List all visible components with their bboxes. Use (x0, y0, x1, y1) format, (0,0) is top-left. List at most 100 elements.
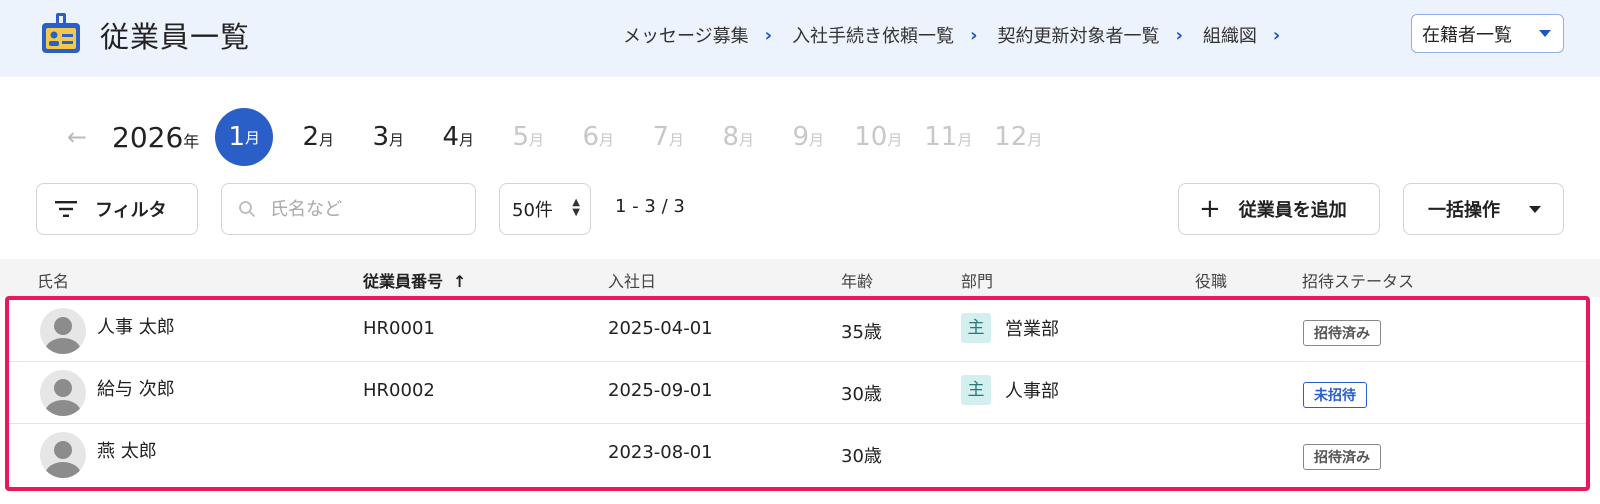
month-4[interactable]: 4月 (423, 122, 493, 152)
hire-date: 2025-04-01 (608, 318, 713, 339)
department-cell: 主 営業部 (961, 313, 1059, 343)
month-number: 12 (994, 122, 1028, 152)
month-suffix: 月 (599, 131, 615, 149)
table-header: 氏名 従業員番号 ↑ 入社日 年齢 部門 役職 招待ステータス (0, 259, 1600, 297)
month-number: 3 (372, 122, 390, 152)
year-value: 2026 (112, 120, 184, 154)
avatar (40, 370, 86, 416)
month-suffix: 月 (319, 131, 335, 149)
year-suffix: 年 (183, 131, 200, 151)
filter-button[interactable]: フィルタ (36, 183, 198, 235)
month-number: 10 (854, 122, 888, 152)
department-cell: 主 人事部 (961, 375, 1059, 405)
month-12: 12月 (983, 122, 1053, 152)
age: 30歳 (841, 446, 882, 467)
nav-link-org-chart[interactable]: 組織図 › (1203, 22, 1280, 48)
updown-arrows-icon: ▲ ▼ (572, 197, 580, 218)
year-label: 2026年 (112, 121, 199, 154)
status-badge: 招待済み (1303, 320, 1381, 346)
month-suffix: 月 (389, 131, 405, 149)
nav-link-onboarding-requests[interactable]: 入社手続き依頼一覧 › (792, 22, 977, 48)
employee-number: HR0002 (363, 380, 435, 401)
employee-name[interactable]: 人事 太郎 (97, 313, 175, 339)
nav-link-label: 契約更新対象者一覧 (997, 26, 1160, 47)
chevron-right-icon: › (1175, 24, 1183, 46)
month-5: 5月 (493, 122, 563, 152)
search-input[interactable] (270, 198, 460, 220)
table-row[interactable]: 人事 太郎 HR0001 2025-04-01 35歳 主 営業部 招待済み (9, 300, 1586, 362)
employee-table-body: 人事 太郎 HR0001 2025-04-01 35歳 主 営業部 招待済み 給… (5, 296, 1590, 491)
hire-date: 2025-09-01 (608, 380, 713, 401)
nav-link-message-recruit[interactable]: メッセージ募集 › (623, 22, 772, 48)
month-8: 8月 (703, 122, 773, 152)
month-suffix: 月 (459, 131, 475, 149)
search-icon (239, 201, 256, 218)
month-10: 10月 (843, 122, 913, 152)
age: 30歳 (841, 384, 882, 405)
chevron-right-icon: › (764, 24, 773, 46)
month-number: 7 (652, 122, 670, 152)
month-number: 1 (228, 122, 246, 152)
table-row[interactable]: 燕 太郎 2023-08-01 30歳 招待済み (9, 424, 1586, 486)
filter-button-label: フィルタ (95, 200, 167, 221)
sort-ascending-icon: ↑ (453, 272, 467, 291)
column-header-hire-date[interactable]: 入社日 (608, 268, 656, 292)
month-suffix: 月 (957, 131, 973, 149)
status-badge: 招待済み (1303, 444, 1381, 470)
nav-link-contract-renewals[interactable]: 契約更新対象者一覧 › (997, 22, 1182, 48)
search-box[interactable] (221, 183, 476, 235)
month-number: 11 (924, 122, 958, 152)
month-number: 5 (512, 122, 530, 152)
table-row[interactable]: 給与 次郎 HR0002 2025-09-01 30歳 主 人事部 未招待 (9, 362, 1586, 424)
column-header-name[interactable]: 氏名 (37, 268, 69, 292)
column-header-position[interactable]: 役職 (1195, 268, 1227, 292)
chevron-right-icon: › (1272, 24, 1281, 46)
chevron-down-icon (1529, 206, 1541, 213)
add-employee-button[interactable]: + 従業員を追加 (1178, 183, 1380, 235)
hire-date: 2023-08-01 (608, 442, 713, 463)
chevron-right-icon: › (970, 24, 978, 46)
month-number: 4 (442, 122, 460, 152)
month-suffix: 月 (739, 131, 755, 149)
month-number: 2 (302, 122, 320, 152)
nav-link-label: 入社手続き依頼一覧 (792, 26, 955, 47)
bulk-actions-button[interactable]: 一括操作 (1403, 183, 1564, 235)
status-badge: 未招待 (1303, 382, 1367, 408)
chevron-down-icon (1539, 30, 1551, 37)
month-suffix: 月 (809, 131, 825, 149)
month-suffix: 月 (529, 131, 545, 149)
month-picker: ← 2026年 1月 2月 3月 4月 5月 6月 7月 8月 9月 10月 1… (60, 108, 1053, 166)
month-9: 9月 (773, 122, 843, 152)
primary-dept-tag: 主 (961, 375, 991, 405)
plus-icon: + (1199, 194, 1221, 224)
age: 35歳 (841, 322, 882, 343)
employee-name[interactable]: 燕 太郎 (97, 437, 157, 463)
column-header-employee-no[interactable]: 従業員番号 ↑ (363, 268, 466, 292)
month-number: 6 (582, 122, 600, 152)
nav-link-label: メッセージ募集 (623, 26, 749, 47)
month-1[interactable]: 1月 (215, 108, 274, 166)
employment-status-select[interactable]: 在籍者一覧 (1411, 14, 1564, 53)
department-name: 営業部 (1005, 319, 1059, 340)
month-suffix: 月 (1027, 131, 1043, 149)
month-suffix: 月 (887, 131, 903, 149)
month-6: 6月 (563, 122, 633, 152)
column-header-age[interactable]: 年齢 (841, 268, 873, 292)
filter-icon (55, 201, 77, 217)
page-size-select[interactable]: 50件 ▲ ▼ (499, 183, 591, 235)
page-header: 従業員一覧 メッセージ募集 › 入社手続き依頼一覧 › 契約更新対象者一覧 › … (0, 0, 1600, 77)
page-size-value: 50件 (512, 200, 553, 221)
column-header-department[interactable]: 部門 (961, 268, 993, 292)
month-suffix: 月 (669, 131, 685, 149)
status-select-value: 在籍者一覧 (1422, 24, 1512, 46)
month-suffix: 月 (245, 128, 261, 147)
month-2[interactable]: 2月 (283, 122, 353, 152)
employee-name[interactable]: 給与 次郎 (97, 375, 175, 401)
month-number: 9 (792, 122, 810, 152)
month-number: 8 (722, 122, 740, 152)
month-7: 7月 (633, 122, 703, 152)
employee-id-card-icon (42, 13, 80, 53)
month-3[interactable]: 3月 (353, 122, 423, 152)
prev-year-arrow-icon[interactable]: ← (60, 123, 94, 151)
column-header-invite-status[interactable]: 招待ステータス (1302, 268, 1414, 292)
